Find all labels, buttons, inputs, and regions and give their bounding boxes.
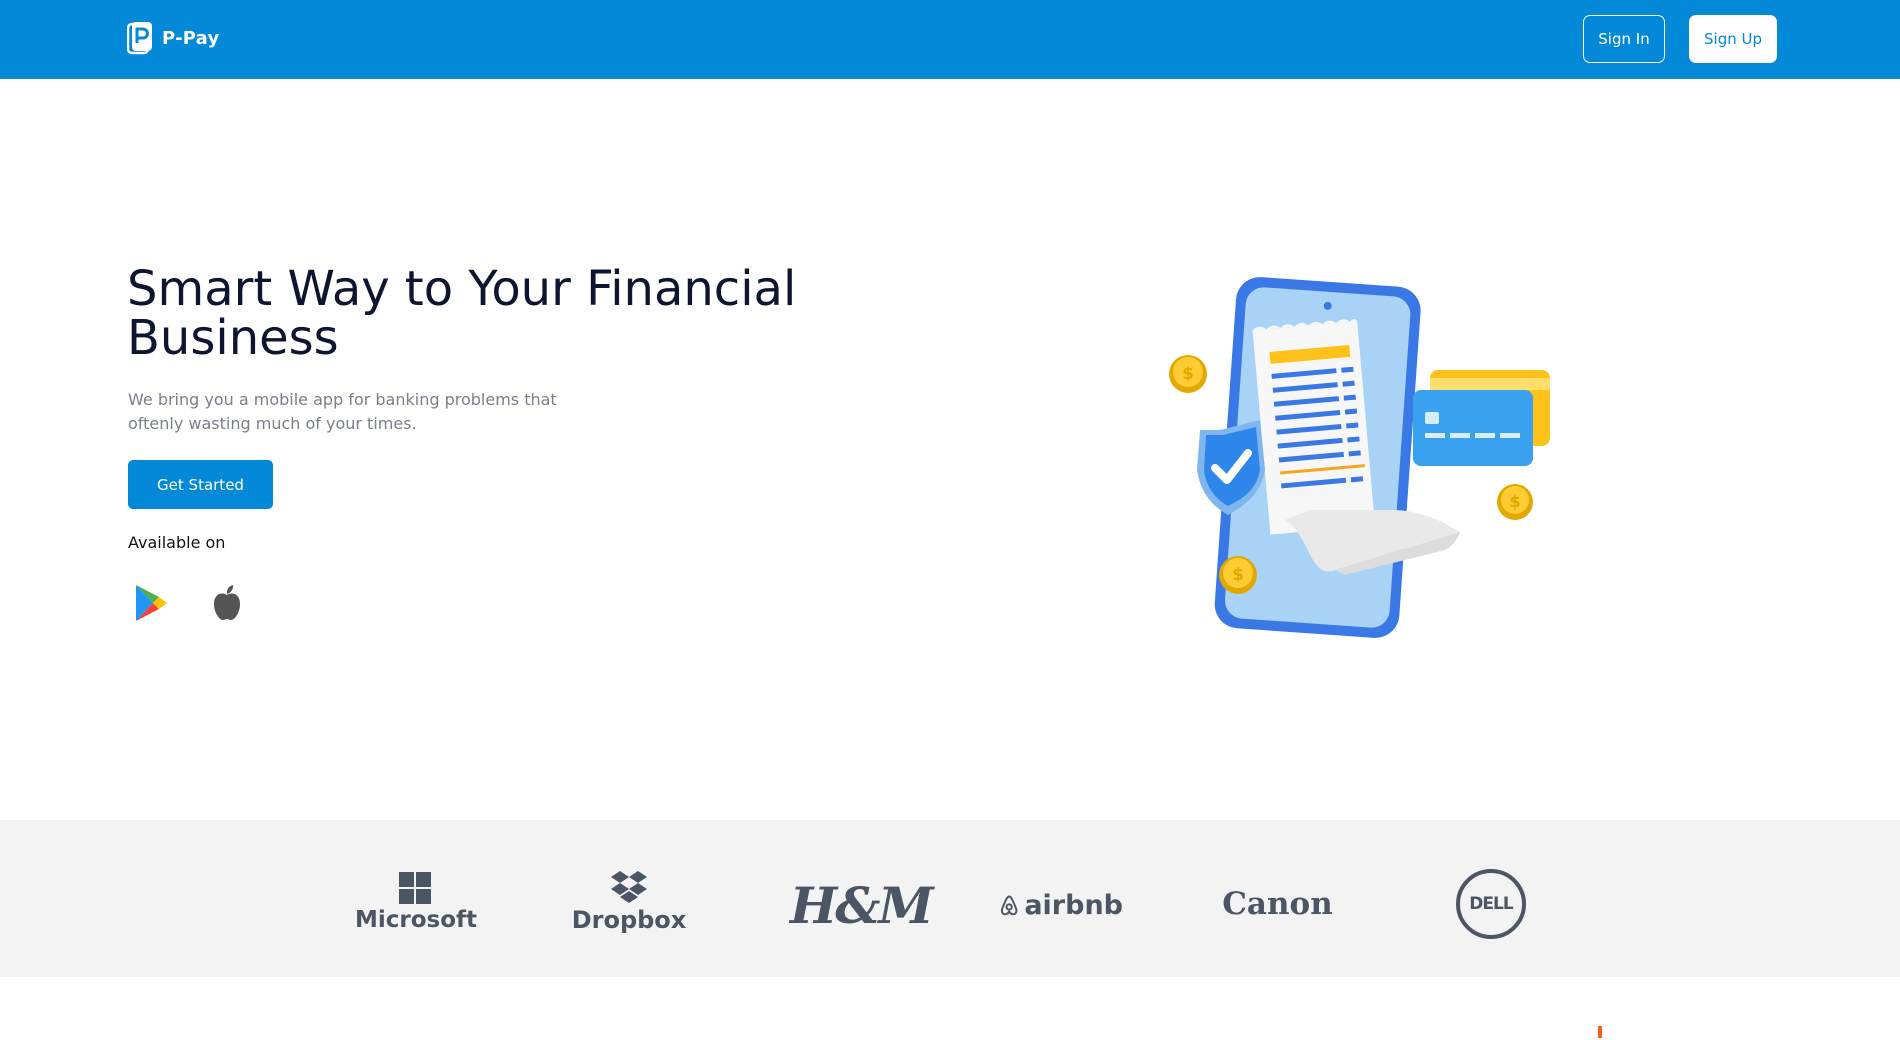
sign-in-button[interactable]: Sign In (1583, 15, 1665, 63)
p-pay-logo-icon (127, 22, 152, 55)
canon-logo: Canon (1215, 886, 1340, 922)
logo-text: P-Pay (162, 27, 220, 49)
google-play-icon[interactable] (133, 583, 169, 627)
hm-name: H&M (790, 876, 934, 935)
partner-logos-band: Microsoft Dropbox H&M airbnb Canon DELL (0, 820, 1900, 977)
svg-text:$: $ (1509, 492, 1520, 511)
dropbox-name: Dropbox (571, 906, 687, 934)
apple-icon[interactable] (210, 583, 244, 627)
hero-illustration: $ $ $ (1160, 270, 1580, 650)
airbnb-icon (1000, 895, 1018, 916)
dropbox-logo: Dropbox (568, 871, 690, 934)
hero-title: Smart Way to Your Financial Business (127, 261, 797, 366)
svg-text:$: $ (1232, 565, 1244, 585)
svg-text:$: $ (1182, 364, 1194, 384)
sign-up-button[interactable]: Sign Up (1689, 15, 1777, 63)
hm-logo: H&M (790, 876, 934, 935)
microsoft-name: Microsoft (355, 907, 478, 933)
windows-icon (399, 872, 431, 904)
dell-logo: DELL (1456, 869, 1526, 939)
dropbox-icon (611, 871, 647, 903)
hero-subtitle: We bring you a mobile app for banking pr… (128, 390, 557, 433)
orange-accent-mark (1598, 1026, 1602, 1038)
brand-logo[interactable]: P-Pay (127, 21, 219, 55)
airbnb-name: airbnb (1024, 889, 1123, 921)
canon-name: Canon (1222, 886, 1333, 922)
available-on-label: Available on (128, 533, 226, 552)
get-started-button[interactable]: Get Started (128, 460, 273, 509)
dell-name: DELL (1469, 894, 1513, 914)
top-navbar: P-Pay Sign In Sign Up (0, 0, 1900, 79)
microsoft-logo: Microsoft (355, 872, 478, 933)
airbnb-logo: airbnb (998, 888, 1123, 922)
